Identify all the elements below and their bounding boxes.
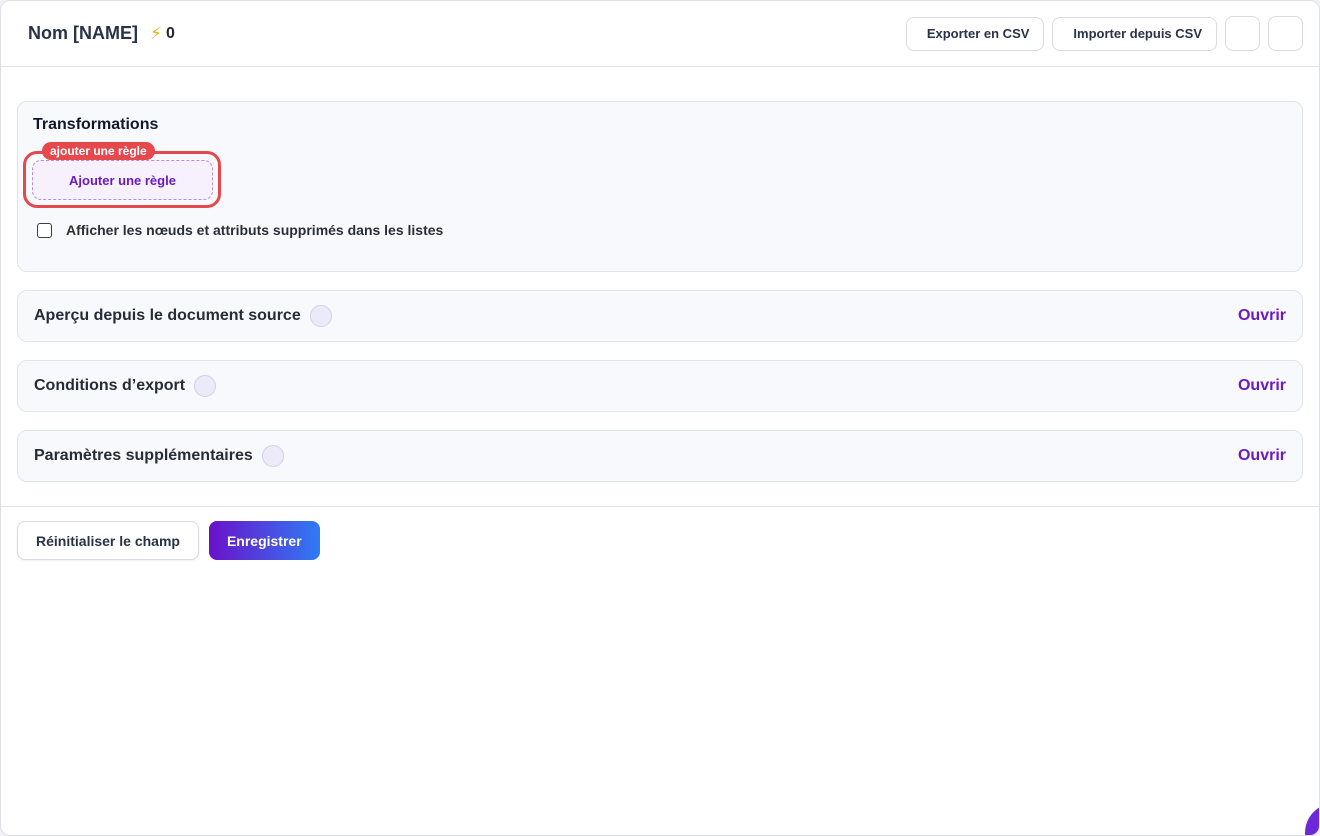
section-title: Aperçu depuis le document source [34, 307, 301, 324]
header: Nom [NAME] ⚡ 0 Exporter en CSV Importer … [1, 1, 1319, 67]
main-content: Transformations Ajouter une règle ajoute… [1, 67, 1319, 482]
export-csv-button[interactable]: Exporter en CSV [905, 16, 1045, 51]
info-icon[interactable] [261, 445, 284, 467]
editor-window: Nom [NAME] ⚡ 0 Exporter en CSV Importer … [0, 0, 1320, 836]
info-icon[interactable] [194, 375, 217, 397]
section-title: Paramètres supplémentaires [34, 447, 253, 464]
reset-field-button[interactable]: Réinitialiser le champ [17, 521, 199, 560]
section-export-conditions[interactable]: Conditions d’export Ouvrir [17, 360, 1303, 412]
lightning-count: 0 [165, 24, 175, 42]
page-title: Nom [NAME] [28, 23, 138, 43]
show-deleted-row[interactable]: Afficher les nœuds et attributs supprimé… [37, 222, 443, 238]
lightning-icon: ⚡ [150, 23, 162, 43]
transformations-title: Transformations [33, 116, 159, 133]
add-rule-button[interactable]: Ajouter une règle [32, 160, 213, 200]
open-link[interactable]: Ouvrir [1238, 307, 1286, 325]
open-link[interactable]: Ouvrir [1238, 447, 1286, 465]
show-deleted-checkbox[interactable] [37, 222, 52, 238]
header-actions: Exporter en CSV Importer depuis CSV [905, 16, 1303, 51]
section-extra-settings[interactable]: Paramètres supplémentaires Ouvrir [17, 430, 1303, 482]
save-button[interactable]: Enregistrer [208, 521, 320, 560]
floating-action-button[interactable] [1305, 803, 1319, 835]
highlight-tag: ajouter une règle [42, 142, 155, 160]
section-title: Conditions d’export [34, 377, 186, 394]
open-link[interactable]: Ouvrir [1238, 377, 1286, 395]
transformations-card: Transformations Ajouter une règle ajoute… [17, 101, 1303, 272]
footer-actions: Réinitialiser le champ Enregistrer [1, 506, 1319, 574]
section-source-preview[interactable]: Aperçu depuis le document source Ouvrir [17, 290, 1303, 342]
show-deleted-label: Afficher les nœuds et attributs supprimé… [66, 222, 444, 238]
import-csv-button[interactable]: Importer depuis CSV [1052, 16, 1217, 51]
header-icon-button-1[interactable] [1225, 16, 1260, 51]
info-icon[interactable] [309, 305, 332, 327]
header-icon-button-2[interactable] [1268, 16, 1303, 51]
